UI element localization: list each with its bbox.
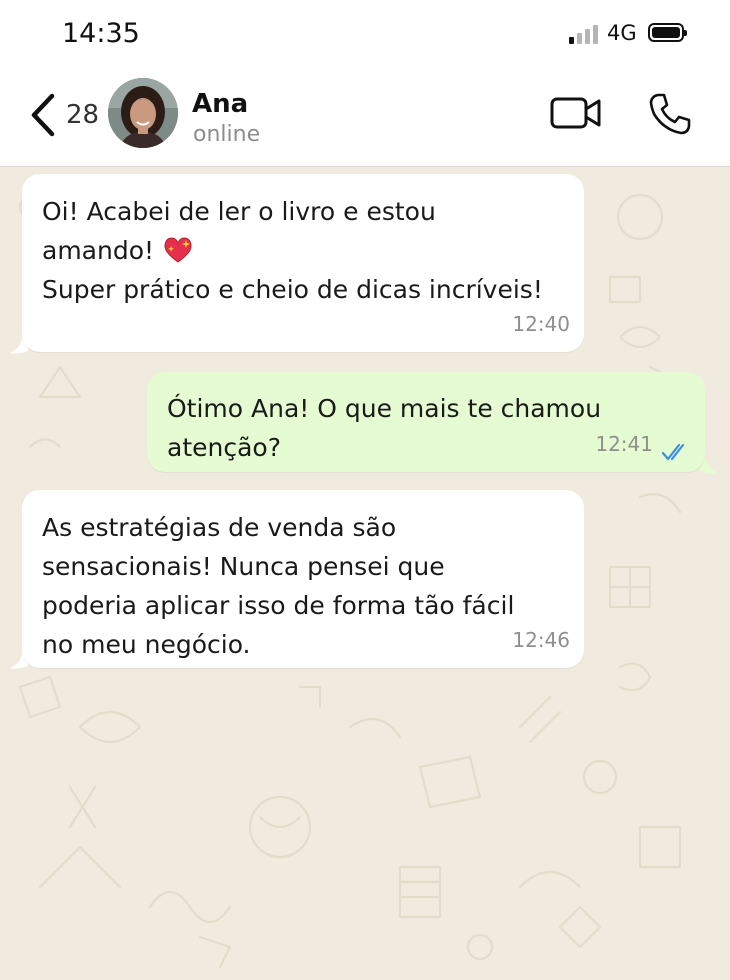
chevron-left-icon[interactable] <box>28 92 58 138</box>
message-text: Oi! Acabei de ler o livro e estou amando… <box>42 197 543 304</box>
network-type: 4G <box>607 21 637 45</box>
double-check-read-icon <box>661 443 685 461</box>
unread-count[interactable]: 28 <box>66 100 99 130</box>
message-time: 12:40 <box>512 312 570 336</box>
signal-bars-icon <box>569 24 603 44</box>
battery-icon <box>648 23 687 42</box>
message-bubble-incoming[interactable]: Oi! Acabei de ler o livro e estou amando… <box>22 174 584 352</box>
status-time: 14:35 <box>62 18 140 49</box>
message-bubble-outgoing[interactable]: Ótimo Ana! O que mais te chamou atenção?… <box>147 372 705 472</box>
message-time: 12:46 <box>512 628 570 652</box>
sparkling-heart-icon <box>164 237 192 263</box>
phone-icon[interactable] <box>648 92 692 136</box>
contact-status: online <box>193 122 261 147</box>
video-camera-icon[interactable] <box>550 95 602 131</box>
chat-area[interactable]: Oi! Acabei de ler o livro e estou amando… <box>0 167 730 980</box>
message-bubble-incoming[interactable]: As estratégias de venda são sensacionais… <box>22 490 584 668</box>
message-time: 12:41 <box>595 432 653 456</box>
message-text: As estratégias de venda são sensacionais… <box>42 513 515 659</box>
status-bar: 14:35 4G <box>0 0 730 68</box>
contact-name[interactable]: Ana <box>192 89 248 119</box>
chat-header: 28 Ana online <box>0 68 730 167</box>
avatar[interactable] <box>108 78 178 148</box>
